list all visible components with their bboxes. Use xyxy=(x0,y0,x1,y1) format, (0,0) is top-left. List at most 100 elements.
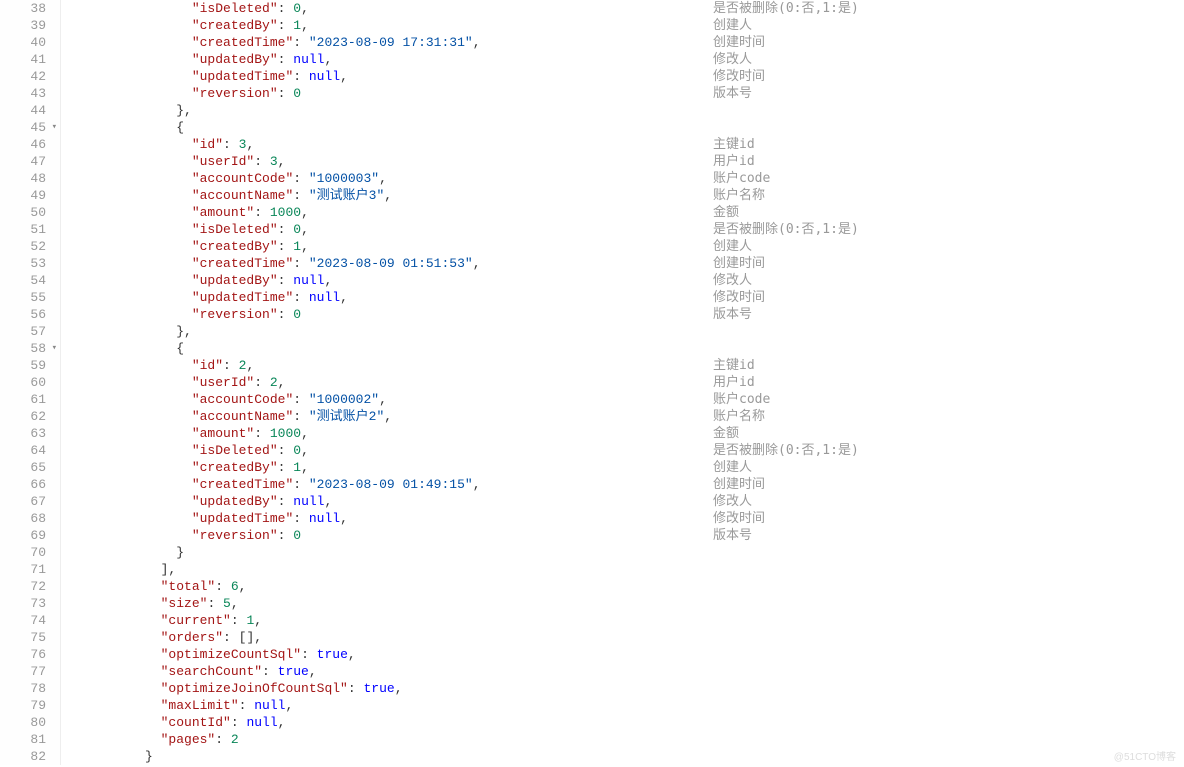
code-line[interactable]: "searchCount": true, xyxy=(67,663,707,680)
code-line[interactable]: "reversion": 0 xyxy=(67,85,707,102)
code-line[interactable]: "size": 5, xyxy=(67,595,707,612)
line-number: 68 xyxy=(0,510,56,527)
code-line[interactable]: "createdBy": 1, xyxy=(67,459,707,476)
inline-comment xyxy=(713,578,859,595)
inline-comment xyxy=(713,646,859,663)
inline-comment: 创建时间 xyxy=(713,476,859,493)
code-line[interactable]: ], xyxy=(67,561,707,578)
inline-comment: 创建时间 xyxy=(713,34,859,51)
code-line[interactable]: "accountName": "测试账户3", xyxy=(67,187,707,204)
code-line[interactable]: } xyxy=(67,748,707,765)
code-line[interactable]: "pages": 2 xyxy=(67,731,707,748)
inline-comment xyxy=(713,119,859,136)
inline-comment: 版本号 xyxy=(713,85,859,102)
code-comments-column: 是否被删除(0:否,1:是)创建人创建时间修改人修改时间版本号主键id用户id账… xyxy=(707,0,859,765)
code-line[interactable]: }, xyxy=(67,323,707,340)
line-number: 44 xyxy=(0,102,56,119)
code-content[interactable]: "isDeleted": 0, "createdBy": 1, "created… xyxy=(61,0,707,765)
inline-comment: 是否被删除(0:否,1:是) xyxy=(713,0,859,17)
code-line[interactable]: "current": 1, xyxy=(67,612,707,629)
line-number: 72 xyxy=(0,578,56,595)
code-line[interactable]: }, xyxy=(67,102,707,119)
code-line[interactable]: "maxLimit": null, xyxy=(67,697,707,714)
line-number: 70 xyxy=(0,544,56,561)
inline-comment xyxy=(713,663,859,680)
code-line[interactable]: "total": 6, xyxy=(67,578,707,595)
code-line[interactable]: "updatedTime": null, xyxy=(67,68,707,85)
inline-comment: 用户id xyxy=(713,374,859,391)
code-line[interactable]: "createdBy": 1, xyxy=(67,238,707,255)
code-line[interactable]: "updatedBy": null, xyxy=(67,272,707,289)
inline-comment xyxy=(713,595,859,612)
code-line[interactable]: "accountCode": "1000003", xyxy=(67,170,707,187)
line-number: 61 xyxy=(0,391,56,408)
line-number: 79 xyxy=(0,697,56,714)
inline-comment: 创建人 xyxy=(713,459,859,476)
inline-comment: 主键id xyxy=(713,136,859,153)
code-line[interactable]: "isDeleted": 0, xyxy=(67,442,707,459)
code-line[interactable]: "updatedBy": null, xyxy=(67,51,707,68)
code-line[interactable]: "isDeleted": 0, xyxy=(67,0,707,17)
line-number: 77 xyxy=(0,663,56,680)
inline-comment: 主键id xyxy=(713,357,859,374)
code-line[interactable]: "updatedTime": null, xyxy=(67,510,707,527)
line-number: 67 xyxy=(0,493,56,510)
line-number: 46 xyxy=(0,136,56,153)
code-line[interactable]: "optimizeCountSql": true, xyxy=(67,646,707,663)
fold-toggle-icon[interactable]: 45 xyxy=(0,119,56,136)
code-line[interactable]: "id": 2, xyxy=(67,357,707,374)
inline-comment: 修改人 xyxy=(713,51,859,68)
inline-comment xyxy=(713,340,859,357)
inline-comment xyxy=(713,680,859,697)
code-editor[interactable]: 3839404142434445464748495051525354555657… xyxy=(0,0,1184,765)
inline-comment: 账户code xyxy=(713,391,859,408)
line-number: 60 xyxy=(0,374,56,391)
line-number: 38 xyxy=(0,0,56,17)
code-line[interactable]: { xyxy=(67,340,707,357)
code-line[interactable]: "optimizeJoinOfCountSql": true, xyxy=(67,680,707,697)
line-number: 73 xyxy=(0,595,56,612)
code-line[interactable]: "createdTime": "2023-08-09 01:49:15", xyxy=(67,476,707,493)
inline-comment: 是否被删除(0:否,1:是) xyxy=(713,221,859,238)
line-number: 56 xyxy=(0,306,56,323)
code-line[interactable]: "amount": 1000, xyxy=(67,425,707,442)
line-number: 53 xyxy=(0,255,56,272)
fold-toggle-icon[interactable]: 58 xyxy=(0,340,56,357)
inline-comment xyxy=(713,612,859,629)
code-line[interactable]: "id": 3, xyxy=(67,136,707,153)
code-line[interactable]: "createdTime": "2023-08-09 17:31:31", xyxy=(67,34,707,51)
code-line[interactable]: "updatedTime": null, xyxy=(67,289,707,306)
inline-comment xyxy=(713,731,859,748)
code-line[interactable]: "accountName": "测试账户2", xyxy=(67,408,707,425)
line-number: 69 xyxy=(0,527,56,544)
watermark: @51CTO博客 xyxy=(1114,748,1176,763)
line-number: 42 xyxy=(0,68,56,85)
code-line[interactable]: "reversion": 0 xyxy=(67,527,707,544)
inline-comment xyxy=(713,102,859,119)
line-number: 76 xyxy=(0,646,56,663)
code-line[interactable]: "accountCode": "1000002", xyxy=(67,391,707,408)
code-line[interactable]: "amount": 1000, xyxy=(67,204,707,221)
line-number: 59 xyxy=(0,357,56,374)
inline-comment: 创建时间 xyxy=(713,255,859,272)
code-line[interactable]: "countId": null, xyxy=(67,714,707,731)
inline-comment: 账户code xyxy=(713,170,859,187)
code-line[interactable]: } xyxy=(67,544,707,561)
code-line[interactable]: "orders": [], xyxy=(67,629,707,646)
code-line[interactable]: "userId": 3, xyxy=(67,153,707,170)
code-line[interactable]: "userId": 2, xyxy=(67,374,707,391)
code-line[interactable]: { xyxy=(67,119,707,136)
inline-comment xyxy=(713,714,859,731)
code-line[interactable]: "isDeleted": 0, xyxy=(67,221,707,238)
code-line[interactable]: "updatedBy": null, xyxy=(67,493,707,510)
line-number-gutter[interactable]: 3839404142434445464748495051525354555657… xyxy=(0,0,61,765)
inline-comment: 是否被删除(0:否,1:是) xyxy=(713,442,859,459)
code-line[interactable]: "createdBy": 1, xyxy=(67,17,707,34)
inline-comment: 版本号 xyxy=(713,306,859,323)
line-number: 41 xyxy=(0,51,56,68)
code-line[interactable]: "reversion": 0 xyxy=(67,306,707,323)
line-number: 55 xyxy=(0,289,56,306)
code-line[interactable]: "createdTime": "2023-08-09 01:51:53", xyxy=(67,255,707,272)
line-number: 75 xyxy=(0,629,56,646)
line-number: 57 xyxy=(0,323,56,340)
